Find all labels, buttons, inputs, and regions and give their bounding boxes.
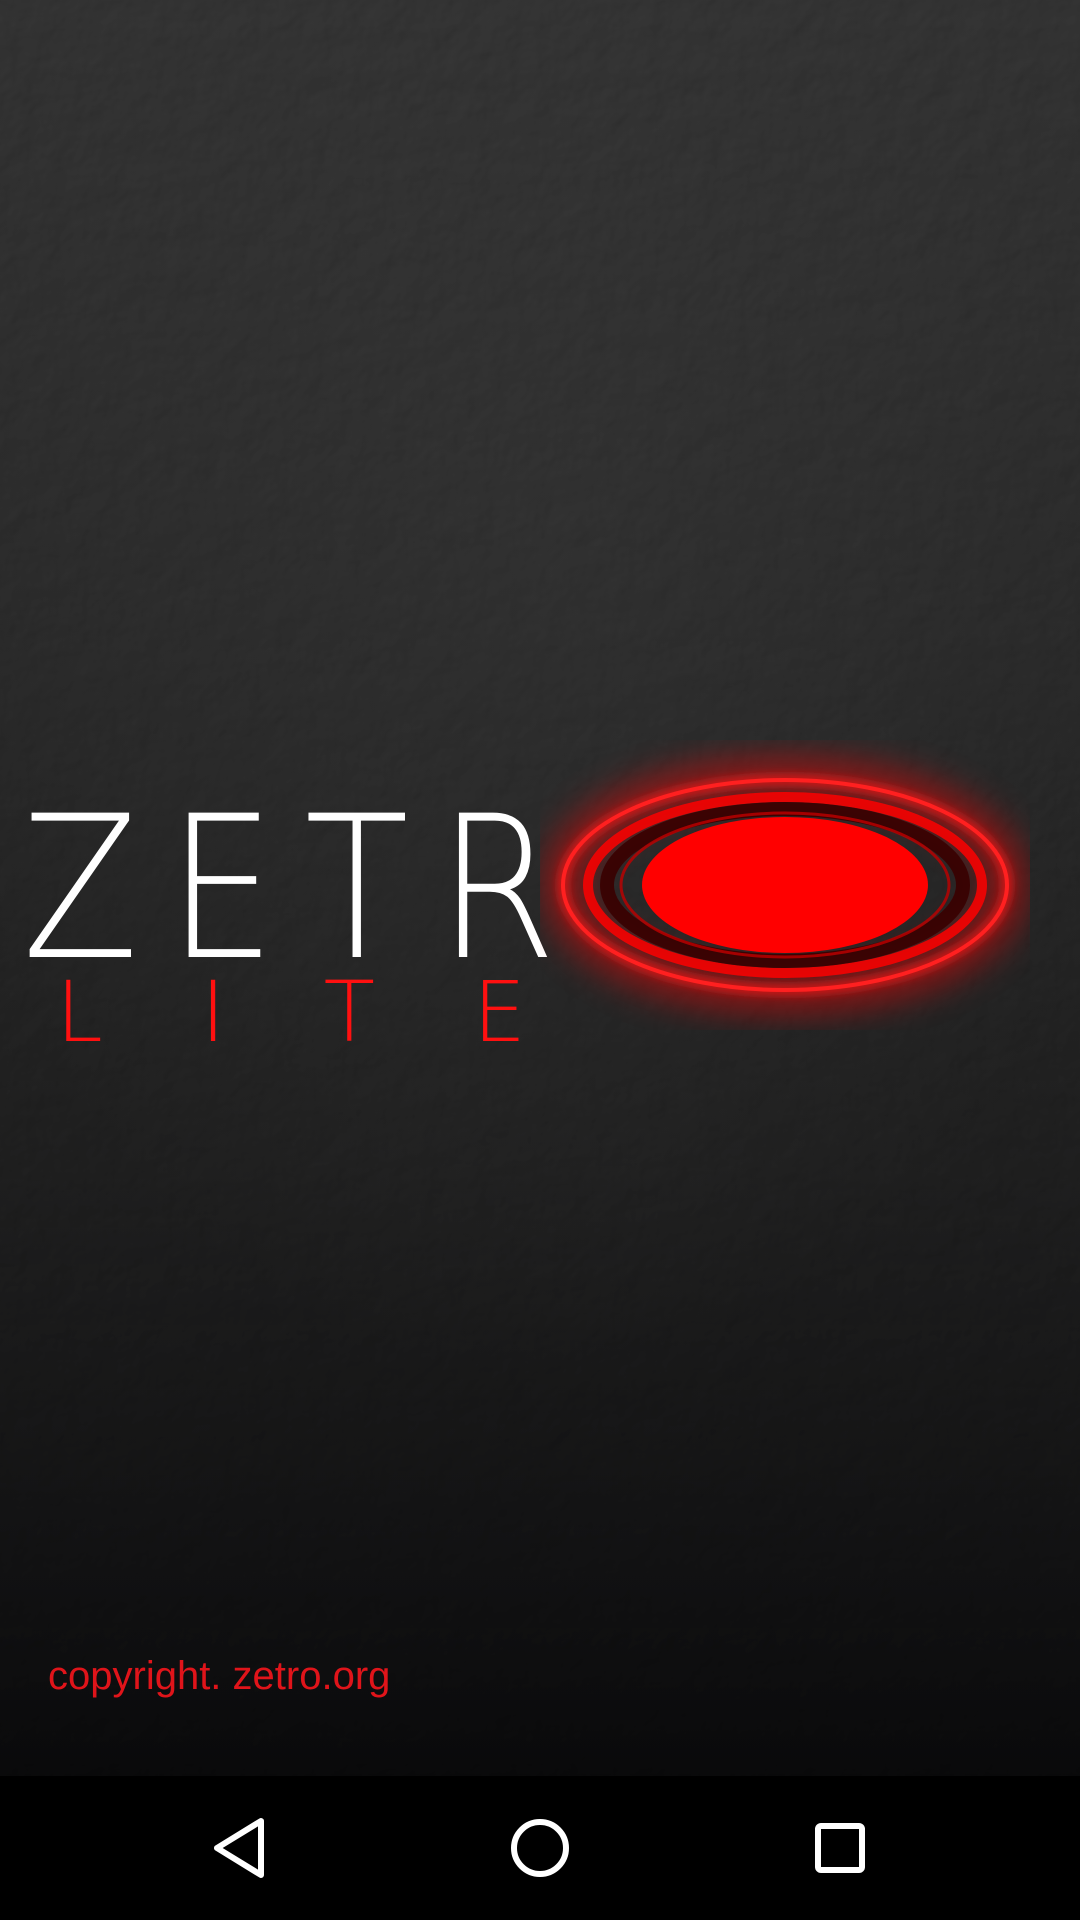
back-triangle-icon: [214, 1818, 264, 1878]
logo-edition: LITE: [56, 963, 624, 1061]
copyright-text: copyright. zetro.org: [48, 1654, 391, 1698]
splash-screen: ZETR LITE copyright. zetro.org: [0, 0, 1080, 1776]
nav-recents-button[interactable]: [750, 1776, 930, 1920]
logo-title: ZETR: [22, 773, 586, 1004]
nav-back-button[interactable]: [150, 1776, 330, 1920]
recents-square-icon: [815, 1823, 865, 1873]
nav-home-button[interactable]: [450, 1776, 630, 1920]
screen: ZETR LITE copyright. zetro.org: [0, 0, 1080, 1920]
system-navigation-bar: [0, 1776, 1080, 1920]
home-circle-icon: [511, 1819, 569, 1877]
